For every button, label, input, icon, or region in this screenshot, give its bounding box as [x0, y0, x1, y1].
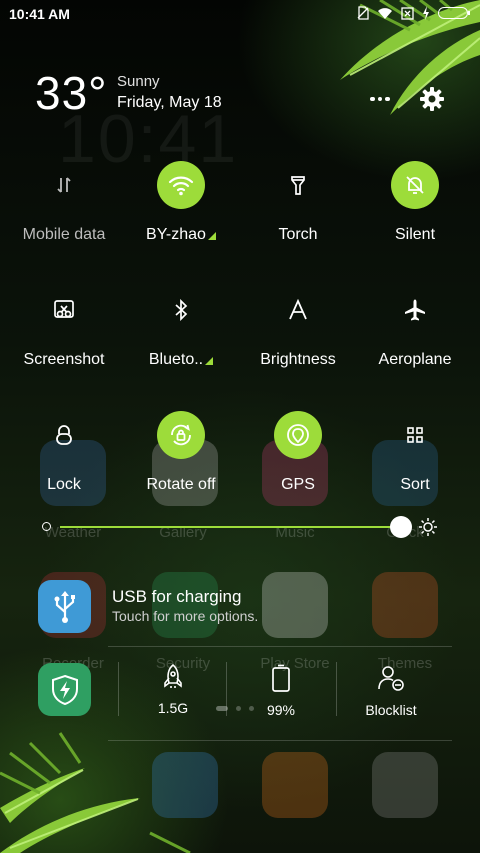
toggle-bluetooth[interactable]: Blueto..: [122, 286, 240, 396]
toggle-label: Brightness: [260, 351, 336, 368]
toggle-label: Aeroplane: [378, 351, 452, 368]
toggle-label: Sort: [400, 476, 430, 493]
status-icons: [357, 6, 470, 20]
toggle-rotate[interactable]: Rotate off: [122, 411, 240, 521]
toggle-label: Screenshot: [23, 351, 105, 368]
toggle-silent[interactable]: Silent: [356, 161, 474, 271]
airplane-icon: [391, 286, 439, 334]
slider-thumb[interactable]: [390, 516, 412, 538]
bluetooth-icon: [157, 286, 205, 334]
grid-icon: [391, 411, 439, 459]
status-bar: 10:41 AM: [0, 0, 480, 28]
toggle-aeroplane[interactable]: Aeroplane: [356, 286, 474, 396]
usb-notification[interactable]: USB for charging Touch for more options.: [38, 578, 458, 638]
status-time: 10:41 AM: [9, 6, 70, 22]
memory-value: 1.5G: [157, 700, 189, 716]
toggle-label: Mobile data: [22, 226, 106, 243]
notification-subtitle: Touch for more options.: [112, 608, 259, 624]
wifi-icon: [378, 7, 392, 19]
toggle-mobile-data[interactable]: Mobile data: [5, 161, 123, 271]
brightness-slider[interactable]: [40, 510, 440, 544]
toggle-label: Rotate off: [146, 476, 216, 493]
toggle-label: GPS: [281, 476, 315, 493]
blocklist-label: Blocklist: [365, 702, 417, 718]
toggle-wifi[interactable]: BY-zhao: [122, 161, 240, 271]
mobile-data-icon: [40, 161, 88, 209]
notification-title: USB for charging: [112, 587, 242, 606]
slider-track: [60, 526, 402, 528]
rotate-lock-icon: [157, 411, 205, 459]
toggle-label: BY-zhao: [122, 226, 240, 244]
blocklist-button[interactable]: Blocklist: [336, 664, 446, 718]
date: Friday, May 18: [117, 94, 222, 111]
screenshot-icon: [40, 286, 88, 334]
memory-button[interactable]: 1.5G: [118, 664, 228, 716]
gps-icon: [274, 411, 322, 459]
toggle-gps[interactable]: GPS: [239, 411, 357, 521]
divider: [108, 740, 452, 741]
gear-icon[interactable]: [418, 85, 446, 113]
weather-condition: Sunny: [117, 73, 160, 90]
more-dots-icon[interactable]: [366, 88, 394, 110]
toggle-label: Blueto..: [122, 351, 240, 369]
brightness-auto-icon: [274, 286, 322, 334]
page-indicator: [216, 706, 254, 711]
temperature: 33°: [35, 67, 108, 119]
toggle-torch[interactable]: Torch: [239, 161, 357, 271]
battery-icon: [272, 664, 290, 692]
brightness-high-icon: [419, 518, 437, 536]
expand-caret-icon: [205, 357, 214, 365]
charging-icon: [423, 6, 429, 20]
leaves-decoration: [0, 732, 191, 853]
rocket-icon: [164, 664, 182, 688]
toggle-label: Silent: [394, 226, 436, 243]
usb-icon: [38, 580, 91, 633]
wifi-icon: [157, 161, 205, 209]
toggle-label: Torch: [278, 226, 318, 243]
toggle-lock[interactable]: Lock: [5, 411, 123, 521]
toggle-label: Lock: [47, 476, 81, 493]
torch-icon: [274, 161, 322, 209]
toggle-screenshot[interactable]: Screenshot: [5, 286, 123, 396]
divider: [108, 646, 452, 647]
expand-caret-icon: [207, 232, 216, 240]
lock-icon: [40, 411, 88, 459]
toggle-brightness[interactable]: Brightness: [239, 286, 357, 396]
lightning-shield-icon[interactable]: [38, 663, 91, 716]
background-app-icon: [372, 752, 438, 818]
block-user-icon: [378, 666, 404, 691]
bell-off-icon: [391, 161, 439, 209]
background-app-icon: [262, 752, 328, 818]
brightness-low-icon: [42, 522, 51, 531]
close-box-icon: [401, 6, 414, 20]
no-sim-icon: [357, 6, 369, 20]
battery-icon: [438, 7, 470, 19]
toggle-sort[interactable]: Sort: [356, 411, 474, 521]
